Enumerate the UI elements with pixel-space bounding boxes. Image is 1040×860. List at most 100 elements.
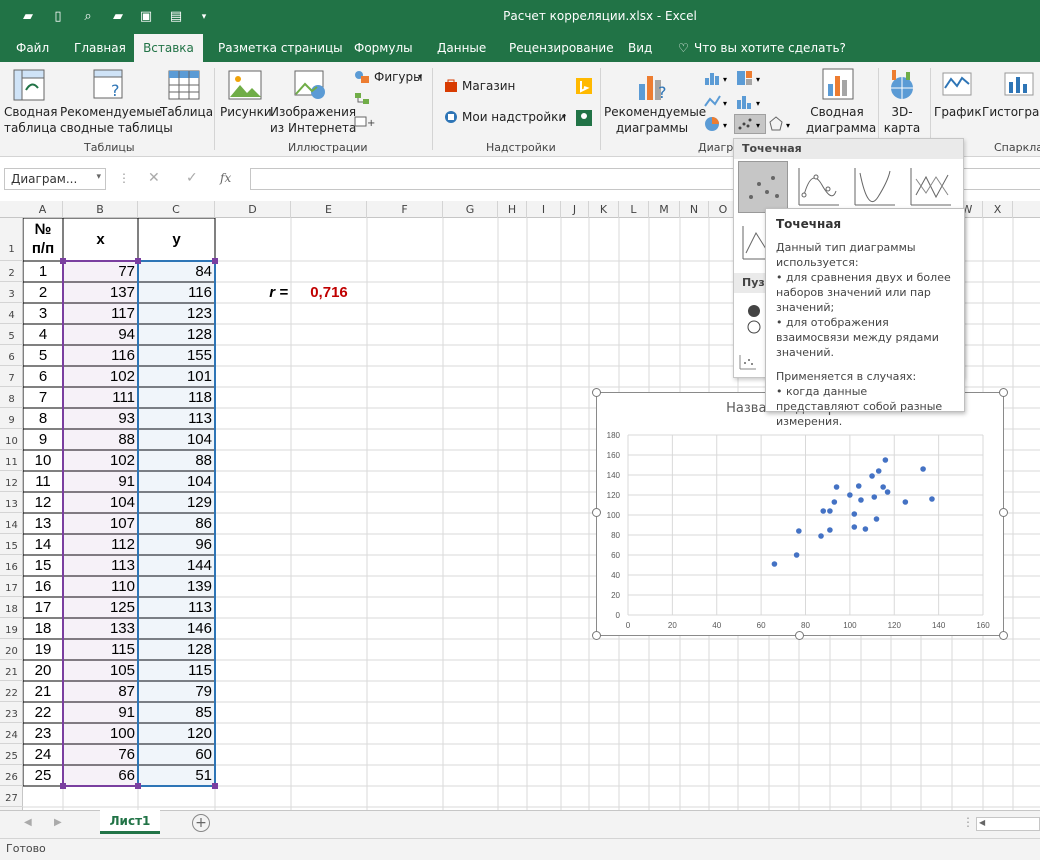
insert-function-icon[interactable]: fx [220,171,231,185]
row-header[interactable]: 26 [0,765,23,786]
pivot-chart-button[interactable]: Сводная диаграмма [806,104,876,136]
enter-icon[interactable]: ✓ [186,170,198,186]
online-pictures-button[interactable]: Изображения из Интернета [270,104,356,136]
table-cell-y[interactable]: 104 [138,471,215,492]
scatter-point[interactable] [880,484,886,490]
table-cell-num[interactable]: 13 [23,513,63,534]
table-cell-num[interactable]: 14 [23,534,63,555]
table-cell-y[interactable]: 113 [138,597,215,618]
column-header[interactable]: D [215,201,291,218]
pie-chart-icon[interactable]: ▾ [704,116,730,132]
row-header[interactable]: 18 [0,597,23,618]
table-cell-num[interactable]: 3 [23,303,63,324]
row-header[interactable]: 5 [0,324,23,345]
table-cell-y[interactable]: 120 [138,723,215,744]
sparkline-line-button[interactable]: График [934,104,982,120]
table-cell-num[interactable]: 2 [23,282,63,303]
scroll-right-icon[interactable]: ▶ [54,817,62,828]
resize-handle[interactable] [999,388,1008,397]
table-cell-x[interactable]: 133 [63,618,138,639]
row-header[interactable]: 22 [0,681,23,702]
scatter-point[interactable] [851,524,858,530]
column-header[interactable]: G [443,201,498,218]
row-header[interactable]: 15 [0,534,23,555]
column-header[interactable]: X [983,201,1013,218]
table-cell-x[interactable]: 112 [63,534,138,555]
table-cell-y[interactable]: 128 [138,324,215,345]
row-header[interactable]: 21 [0,660,23,681]
table-cell-y[interactable]: 129 [138,492,215,513]
table-cell-num[interactable]: 5 [23,345,63,366]
bing-icon[interactable] [576,78,592,94]
r-value[interactable]: 0,716 [291,282,367,303]
row-header[interactable]: 8 [0,387,23,408]
table-cell-y[interactable]: 60 [138,744,215,765]
scatter-point[interactable] [929,496,935,502]
table-cell-x[interactable]: 76 [63,744,138,765]
row-header[interactable]: 20 [0,639,23,660]
table-cell-x[interactable]: 94 [63,324,138,345]
tab-page-layout[interactable]: Разметка страницы [218,41,343,55]
scatter-point[interactable] [873,516,880,522]
column-header[interactable]: H [498,201,527,218]
name-box[interactable]: Диаграм... ▾ [4,168,106,190]
sparkline-column-button[interactable]: Гистограм [982,104,1040,120]
table-cell-num[interactable]: 12 [23,492,63,513]
scatter-point[interactable] [884,489,891,495]
table-cell-x[interactable]: 117 [63,303,138,324]
table-cell-x[interactable]: 100 [63,723,138,744]
more-scatter-charts-icon[interactable] [738,353,758,371]
table-cell-num[interactable]: 24 [23,744,63,765]
table-cell-y[interactable]: 104 [138,429,215,450]
table-cell-num[interactable]: 18 [23,618,63,639]
table-cell-num[interactable]: 6 [23,366,63,387]
table-cell-num[interactable]: 22 [23,702,63,723]
scroll-left-icon[interactable]: ◀ [24,817,32,828]
sheet-tab-active[interactable]: Лист1 [100,810,160,834]
statistic-chart-icon[interactable]: ▾ [736,94,764,110]
horizontal-scrollbar[interactable]: ◀ [976,817,1040,831]
row-header[interactable]: 3 [0,282,23,303]
scatter-smooth-markers-icon[interactable] [796,165,840,209]
cancel-icon[interactable]: ✕ [148,170,160,186]
chevron-down-icon[interactable]: ▾ [96,172,101,182]
my-addins-button[interactable]: Мои надстройки [462,109,566,125]
line-chart-icon[interactable]: ▾ [704,94,730,110]
table-cell-num[interactable]: 25 [23,765,63,786]
table-cell-y[interactable]: 116 [138,282,215,303]
table-cell-num[interactable]: 16 [23,576,63,597]
table-cell-y[interactable]: 86 [138,513,215,534]
scatter-point[interactable] [833,484,840,490]
table-cell-num[interactable]: 7 [23,387,63,408]
scroll-left-icon[interactable]: ◀ [979,818,985,827]
table-cell-num[interactable]: 9 [23,429,63,450]
row-header[interactable]: 2 [0,261,23,282]
recommended-charts-button[interactable]: Рекомендуемые диаграммы [604,104,706,136]
scatter-point[interactable] [796,528,802,534]
scatter-point[interactable] [862,526,869,532]
resize-handle[interactable] [999,508,1008,517]
table-cell-x[interactable]: 102 [63,450,138,471]
scatter-point[interactable] [827,527,833,533]
table-cell-num[interactable]: 17 [23,597,63,618]
table-cell-x[interactable]: 87 [63,681,138,702]
table-cell-y[interactable]: 123 [138,303,215,324]
table-cell-x[interactable]: 91 [63,702,138,723]
table-cell-x[interactable]: 137 [63,282,138,303]
column-chart-icon[interactable]: ▾ [704,70,730,86]
screenshot-icon[interactable]: + [354,114,376,128]
table-cell-y[interactable]: 128 [138,639,215,660]
table-cell-x[interactable]: 125 [63,597,138,618]
row-header[interactable]: 13 [0,492,23,513]
row-header[interactable]: 14 [0,513,23,534]
table-cell-x[interactable]: 110 [63,576,138,597]
shapes-button[interactable]: Фигуры [374,69,423,85]
table-cell-y[interactable]: 88 [138,450,215,471]
row-header[interactable]: 27 [0,786,23,807]
tab-home[interactable]: Главная [74,41,126,55]
pivot-table-button[interactable]: Сводная таблица [4,104,58,136]
table-cell-y[interactable]: 118 [138,387,215,408]
table-cell-num[interactable]: 19 [23,639,63,660]
scatter-point[interactable] [771,561,778,567]
row-header[interactable]: 6 [0,345,23,366]
